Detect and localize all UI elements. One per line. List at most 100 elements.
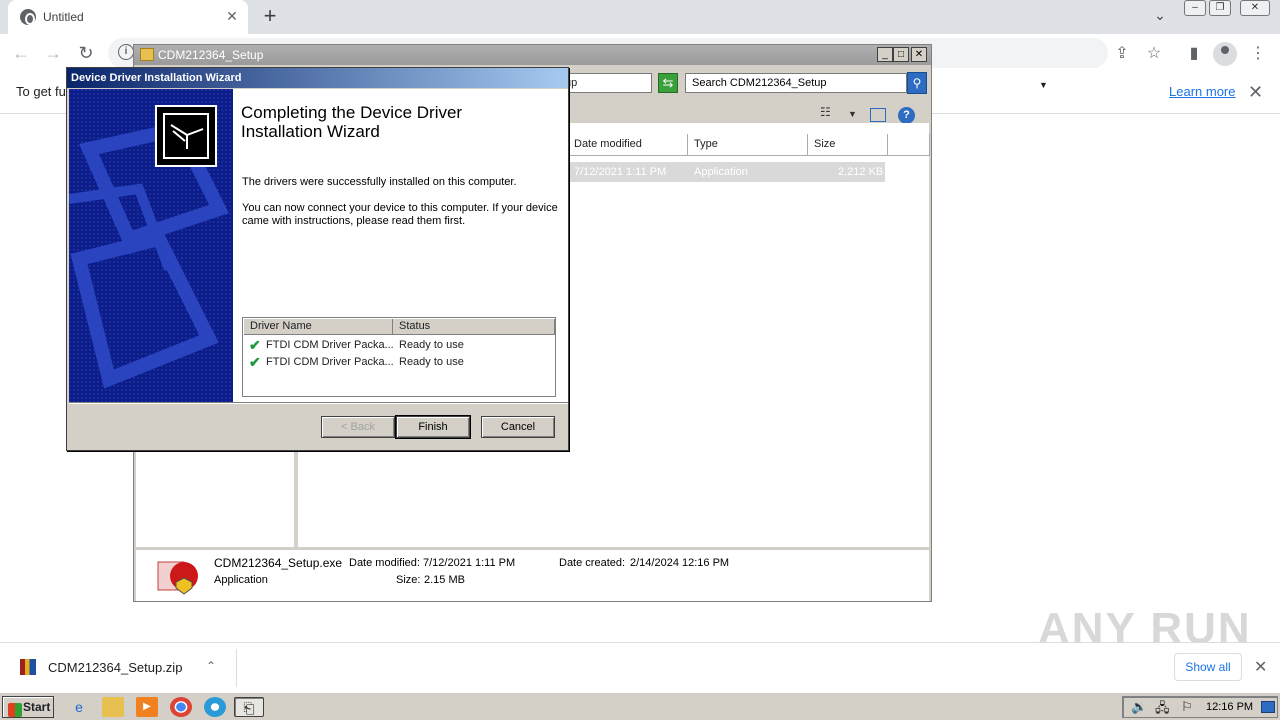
driver-row[interactable]: ✔ FTDI CDM Driver Packa... Ready to use [243,355,555,371]
explorer-close-button[interactable]: ✕ [911,47,927,62]
reload-button[interactable]: ↻ [75,42,97,64]
tab-close-icon[interactable]: ✕ [223,7,241,25]
details-filename: CDM212364_Setup.exe [214,556,343,570]
start-label: Start [23,700,51,714]
new-tab-button[interactable]: + [258,5,282,28]
file-date: 7/12/2021 1:11 PM [574,166,667,178]
shelf-close-icon[interactable]: ✕ [1254,657,1267,677]
checkmark-icon: ✔ [249,354,261,370]
system-tray: 🔉 🖧 ⚐ [1122,696,1278,718]
refresh-icon[interactable]: ⇆ [658,73,678,93]
search-icon[interactable]: ⚲ [907,72,927,94]
driver-name: FTDI CDM Driver Packa... [266,356,394,368]
finish-button[interactable]: Finish [395,415,471,439]
checkmark-icon: ✔ [249,337,261,353]
zip-archive-icon [20,659,36,675]
driver-list[interactable]: Driver Name Status ✔ FTDI CDM Driver Pac… [242,317,556,397]
show-desktop-icon[interactable] [1261,701,1275,713]
share-icon[interactable]: ⇪ [1112,44,1132,64]
learn-more-link[interactable]: Learn more [1169,84,1235,99]
windows-flag-icon [8,703,22,717]
info-icon[interactable]: i [118,44,134,60]
chevron-up-icon[interactable]: ⌃ [206,659,216,673]
driver-name: FTDI CDM Driver Packa... [266,339,394,351]
side-panel-icon[interactable]: ▮ [1184,44,1204,64]
hardware-install-icon [155,105,217,167]
back-button[interactable]: < Back [321,416,395,438]
profile-avatar[interactable] [1213,42,1237,66]
details-pane: CDM212364_Setup.exe Application Date mod… [136,549,929,601]
download-filename[interactable]: CDM212364_Setup.zip [48,660,182,675]
help-icon[interactable]: ? [898,107,915,124]
preview-pane-icon[interactable] [870,108,886,122]
close-window-button[interactable]: ✕ [1240,0,1270,16]
details-date-created-label: Date created: [559,557,626,569]
details-date-modified: 7/12/2021 1:11 PM [423,557,516,569]
wizard-separator [69,402,568,404]
search-placeholder: Search CDM212364_Setup [692,77,827,89]
minimize-button[interactable]: – [1184,0,1206,16]
wizard-heading: Completing the Device Driver Installatio… [241,103,463,141]
views-dropdown-icon[interactable]: ▼ [848,109,857,119]
column-extra[interactable] [888,134,930,156]
explorer-folder-icon[interactable] [102,697,124,717]
tab-strip: Untitled ✕ + ⌄ – ❐ ✕ [0,0,1280,34]
tab-untitled[interactable]: Untitled ✕ [8,0,248,34]
network-icon[interactable]: 🖧 [1155,699,1170,720]
ie-icon[interactable]: e [68,697,90,717]
start-button[interactable]: Start [2,696,54,718]
wizard-title: Device Driver Installation Wizard [71,72,242,84]
details-date-modified-label: Date modified: [349,557,420,569]
driver-wizard-dialog: Device Driver Installation Wizard Comple… [66,67,569,451]
explorer-maximize-button[interactable]: □ [893,47,909,62]
explorer-title: CDM212364_Setup [158,48,264,62]
infobar-text: To get fu [16,84,66,99]
bookmark-star-icon[interactable]: ☆ [1144,44,1164,64]
wizard-instructions-text: You can now connect your device to this … [242,202,558,227]
globe-icon [20,9,36,25]
clock[interactable]: 12:16 PM [1206,701,1253,713]
column-date-modified[interactable]: Date modified [568,134,688,156]
show-all-button[interactable]: Show all [1174,653,1242,681]
cancel-button[interactable]: Cancel [481,416,555,438]
wizard-titlebar[interactable]: Device Driver Installation Wizard [67,68,568,88]
driver-status: Ready to use [399,356,464,368]
details-size-label: Size: [396,574,421,586]
column-type[interactable]: Type [688,134,808,156]
column-headers: Date modified Type Size [568,134,930,156]
details-date-created: 2/14/2024 12:16 PM [630,557,730,569]
infobar-close-icon[interactable]: ✕ [1248,82,1263,103]
restore-button[interactable]: ❐ [1209,0,1231,16]
views-icon[interactable]: ☷ [820,105,831,119]
action-center-flag-icon[interactable]: ⚐ [1181,699,1193,715]
driver-row[interactable]: ✔ FTDI CDM Driver Packa... Ready to use [243,338,555,354]
volume-icon[interactable]: 🔉 [1131,699,1147,715]
file-type: Application [694,166,748,178]
menu-kebab-icon[interactable]: ⋮ [1248,44,1268,64]
folder-icon [140,48,154,61]
column-status[interactable]: Status [393,319,555,335]
driver-setup-task-icon[interactable]: ⎗ [234,697,264,717]
wizard-success-text: The drivers were successfully installed … [242,176,517,188]
taskbar: Start e ▶ ⎗ 🔉 🖧 ⚐ 12:16 PM [0,692,1280,720]
column-driver-name[interactable]: Driver Name [244,319,393,335]
edge-icon[interactable] [204,697,226,717]
details-filetype: Application [214,574,268,586]
file-row[interactable]: 7/12/2021 1:11 PM Application 2,212 KB [568,162,885,182]
dropdown-arrow-icon[interactable]: ▼ [1039,80,1048,90]
chrome-icon[interactable] [170,697,192,717]
explorer-minimize-button[interactable]: _ [877,47,893,62]
wizard-content: Completing the Device Driver Installatio… [233,89,568,402]
explorer-search-input[interactable]: Search CDM212364_Setup [685,73,907,93]
wizard-banner [69,89,233,402]
tab-search-chevron-icon[interactable]: ⌄ [1150,7,1170,27]
download-shelf: CDM212364_Setup.zip ⌃ Show all ✕ [0,642,1280,692]
explorer-titlebar[interactable]: CDM212364_Setup _ □ ✕ [134,45,931,65]
driver-status: Ready to use [399,339,464,351]
column-size[interactable]: Size [808,134,888,156]
media-player-icon[interactable]: ▶ [136,697,158,717]
details-size: 2.15 MB [424,574,465,586]
shelf-divider [236,649,237,687]
forward-button[interactable]: → [42,42,64,64]
back-button[interactable]: ← [10,42,32,64]
